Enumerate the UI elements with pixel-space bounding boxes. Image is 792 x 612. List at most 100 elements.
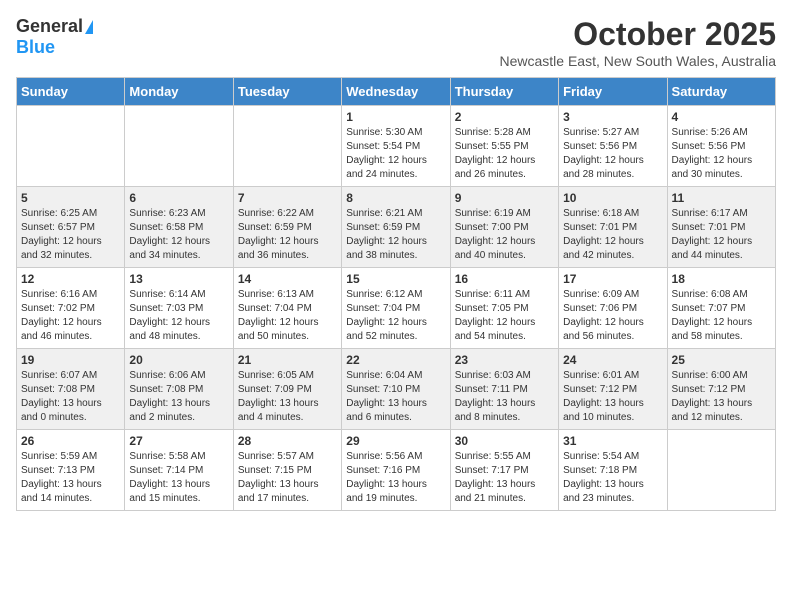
calendar-cell: 16Sunrise: 6:11 AM Sunset: 7:05 PM Dayli… — [450, 268, 558, 349]
day-number: 15 — [346, 272, 445, 286]
day-number: 17 — [563, 272, 662, 286]
day-info: Sunrise: 6:23 AM Sunset: 6:58 PM Dayligh… — [129, 207, 228, 263]
day-number: 13 — [129, 272, 228, 286]
day-info: Sunrise: 6:18 AM Sunset: 7:01 PM Dayligh… — [563, 207, 662, 263]
day-number: 7 — [238, 191, 337, 205]
day-info: Sunrise: 6:17 AM Sunset: 7:01 PM Dayligh… — [672, 207, 771, 263]
day-number: 26 — [21, 434, 120, 448]
day-info: Sunrise: 5:54 AM Sunset: 7:18 PM Dayligh… — [563, 450, 662, 506]
day-info: Sunrise: 6:09 AM Sunset: 7:06 PM Dayligh… — [563, 288, 662, 344]
calendar-cell: 8 Sunrise: 6:21 AM Sunset: 6:59 PM Daylig… — [342, 187, 450, 268]
calendar-cell: 14Sunrise: 6:13 AM Sunset: 7:04 PM Dayli… — [233, 268, 341, 349]
day-info: Sunrise: 5:57 AM Sunset: 7:15 PM Dayligh… — [238, 450, 337, 506]
weekday-header-monday: Monday — [125, 78, 233, 106]
day-info: Sunrise: 6:06 AM Sunset: 7:08 PM Dayligh… — [129, 369, 228, 425]
calendar-cell: 23 Sunrise: 6:03 AM Sunset: 7:11 PM Dayli… — [450, 349, 558, 430]
day-info: Sunrise: 5:26 AM Sunset: 5:56 PM Dayligh… — [672, 126, 771, 182]
day-info: Sunrise: 6:12 AM Sunset: 7:04 PM Dayligh… — [346, 288, 445, 344]
day-number: 20 — [129, 353, 228, 367]
calendar-week-row: 19 Sunrise: 6:07 AM Sunset: 7:08 PM Dayli… — [17, 349, 776, 430]
day-info: Sunrise: 6:04 AM Sunset: 7:10 PM Dayligh… — [346, 369, 445, 425]
calendar-cell: 12 Sunrise: 6:16 AM Sunset: 7:02 PM Dayli… — [17, 268, 125, 349]
calendar-cell: 25Sunrise: 6:00 AM Sunset: 7:12 PM Dayli… — [667, 349, 775, 430]
day-info: Sunrise: 5:58 AM Sunset: 7:14 PM Dayligh… — [129, 450, 228, 506]
calendar-cell: 22 Sunrise: 6:04 AM Sunset: 7:10 PM Dayli… — [342, 349, 450, 430]
day-number: 24 — [563, 353, 662, 367]
calendar-cell: 26 Sunrise: 5:59 AM Sunset: 7:13 PM Dayli… — [17, 430, 125, 511]
day-info: Sunrise: 5:55 AM Sunset: 7:17 PM Dayligh… — [455, 450, 554, 506]
calendar-week-row: 26 Sunrise: 5:59 AM Sunset: 7:13 PM Dayli… — [17, 430, 776, 511]
day-number: 10 — [563, 191, 662, 205]
weekday-header-saturday: Saturday — [667, 78, 775, 106]
weekday-header-sunday: Sunday — [17, 78, 125, 106]
day-number: 30 — [455, 434, 554, 448]
day-info: Sunrise: 6:21 AM Sunset: 6:59 PM Dayligh… — [346, 207, 445, 263]
calendar-cell: 3 Sunrise: 5:27 AM Sunset: 5:56 PM Daylig… — [559, 106, 667, 187]
day-info: Sunrise: 6:13 AM Sunset: 7:04 PM Dayligh… — [238, 288, 337, 344]
day-info: Sunrise: 5:30 AM Sunset: 5:54 PM Dayligh… — [346, 126, 445, 182]
day-info: Sunrise: 6:07 AM Sunset: 7:08 PM Dayligh… — [21, 369, 120, 425]
calendar-week-row: 5Sunrise: 6:25 AM Sunset: 6:57 PM Daylig… — [17, 187, 776, 268]
day-info: Sunrise: 6:14 AM Sunset: 7:03 PM Dayligh… — [129, 288, 228, 344]
day-number: 21 — [238, 353, 337, 367]
logo-triangle-icon — [85, 20, 93, 34]
day-number: 6 — [129, 191, 228, 205]
calendar-cell: 24 Sunrise: 6:01 AM Sunset: 7:12 PM Dayli… — [559, 349, 667, 430]
day-number: 25 — [672, 353, 771, 367]
day-info: Sunrise: 5:56 AM Sunset: 7:16 PM Dayligh… — [346, 450, 445, 506]
calendar-cell: 15 Sunrise: 6:12 AM Sunset: 7:04 PM Dayli… — [342, 268, 450, 349]
calendar-cell: 9Sunrise: 6:19 AM Sunset: 7:00 PM Daylig… — [450, 187, 558, 268]
day-info: Sunrise: 6:19 AM Sunset: 7:00 PM Dayligh… — [455, 207, 554, 263]
month-title: October 2025 — [500, 16, 777, 53]
day-number: 3 — [563, 110, 662, 124]
weekday-header-tuesday: Tuesday — [233, 78, 341, 106]
weekday-header-wednesday: Wednesday — [342, 78, 450, 106]
calendar-cell: 1 Sunrise: 5:30 AM Sunset: 5:54 PM Daylig… — [342, 106, 450, 187]
header-area: General Blue October 2025 Newcastle East… — [16, 16, 776, 69]
logo-general-text: General — [16, 16, 83, 37]
day-info: Sunrise: 5:28 AM Sunset: 5:55 PM Dayligh… — [455, 126, 554, 182]
day-info: Sunrise: 5:59 AM Sunset: 7:13 PM Dayligh… — [21, 450, 120, 506]
calendar-cell: 7 Sunrise: 6:22 AM Sunset: 6:59 PM Daylig… — [233, 187, 341, 268]
calendar-cell: 11 Sunrise: 6:17 AM Sunset: 7:01 PM Dayli… — [667, 187, 775, 268]
calendar-cell: 5Sunrise: 6:25 AM Sunset: 6:57 PM Daylig… — [17, 187, 125, 268]
calendar-cell: 28 Sunrise: 5:57 AM Sunset: 7:15 PM Dayli… — [233, 430, 341, 511]
day-number: 4 — [672, 110, 771, 124]
day-number: 27 — [129, 434, 228, 448]
day-number: 11 — [672, 191, 771, 205]
calendar-cell — [17, 106, 125, 187]
day-info: Sunrise: 5:27 AM Sunset: 5:56 PM Dayligh… — [563, 126, 662, 182]
weekday-header-friday: Friday — [559, 78, 667, 106]
day-info: Sunrise: 6:25 AM Sunset: 6:57 PM Dayligh… — [21, 207, 120, 263]
day-info: Sunrise: 6:11 AM Sunset: 7:05 PM Dayligh… — [455, 288, 554, 344]
day-info: Sunrise: 6:01 AM Sunset: 7:12 PM Dayligh… — [563, 369, 662, 425]
calendar-cell — [233, 106, 341, 187]
calendar-cell: 13 Sunrise: 6:14 AM Sunset: 7:03 PM Dayli… — [125, 268, 233, 349]
calendar-cell: 10 Sunrise: 6:18 AM Sunset: 7:01 PM Dayli… — [559, 187, 667, 268]
day-number: 31 — [563, 434, 662, 448]
calendar-cell: 20 Sunrise: 6:06 AM Sunset: 7:08 PM Dayli… — [125, 349, 233, 430]
day-info: Sunrise: 6:03 AM Sunset: 7:11 PM Dayligh… — [455, 369, 554, 425]
day-info: Sunrise: 6:08 AM Sunset: 7:07 PM Dayligh… — [672, 288, 771, 344]
day-number: 8 — [346, 191, 445, 205]
weekday-header-thursday: Thursday — [450, 78, 558, 106]
day-info: Sunrise: 6:16 AM Sunset: 7:02 PM Dayligh… — [21, 288, 120, 344]
day-number: 29 — [346, 434, 445, 448]
calendar-cell: 29 Sunrise: 5:56 AM Sunset: 7:16 PM Dayli… — [342, 430, 450, 511]
day-number: 12 — [21, 272, 120, 286]
calendar-cell: 31 Sunrise: 5:54 AM Sunset: 7:18 PM Dayli… — [559, 430, 667, 511]
day-number: 2 — [455, 110, 554, 124]
day-number: 22 — [346, 353, 445, 367]
day-number: 28 — [238, 434, 337, 448]
day-number: 19 — [21, 353, 120, 367]
calendar-cell: 6 Sunrise: 6:23 AM Sunset: 6:58 PM Daylig… — [125, 187, 233, 268]
day-number: 23 — [455, 353, 554, 367]
title-area: October 2025 Newcastle East, New South W… — [500, 16, 777, 69]
day-info: Sunrise: 6:05 AM Sunset: 7:09 PM Dayligh… — [238, 369, 337, 425]
day-info: Sunrise: 6:22 AM Sunset: 6:59 PM Dayligh… — [238, 207, 337, 263]
day-number: 1 — [346, 110, 445, 124]
calendar-week-row: 12 Sunrise: 6:16 AM Sunset: 7:02 PM Dayli… — [17, 268, 776, 349]
calendar-cell: 19 Sunrise: 6:07 AM Sunset: 7:08 PM Dayli… — [17, 349, 125, 430]
calendar-cell: 21 Sunrise: 6:05 AM Sunset: 7:09 PM Dayli… — [233, 349, 341, 430]
calendar-cell: 4 Sunrise: 5:26 AM Sunset: 5:56 PM Daylig… — [667, 106, 775, 187]
